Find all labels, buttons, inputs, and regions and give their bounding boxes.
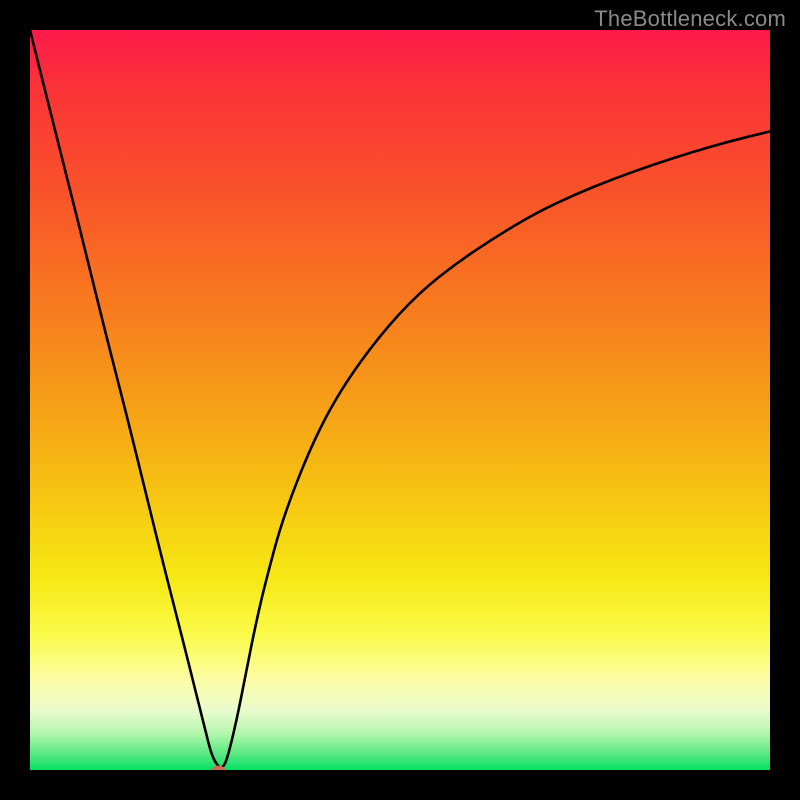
chart-frame: TheBottleneck.com xyxy=(0,0,800,800)
bottleneck-curve-svg xyxy=(30,30,770,770)
curve-path xyxy=(30,30,770,767)
plot-area xyxy=(30,30,770,770)
watermark-label: TheBottleneck.com xyxy=(594,6,786,32)
